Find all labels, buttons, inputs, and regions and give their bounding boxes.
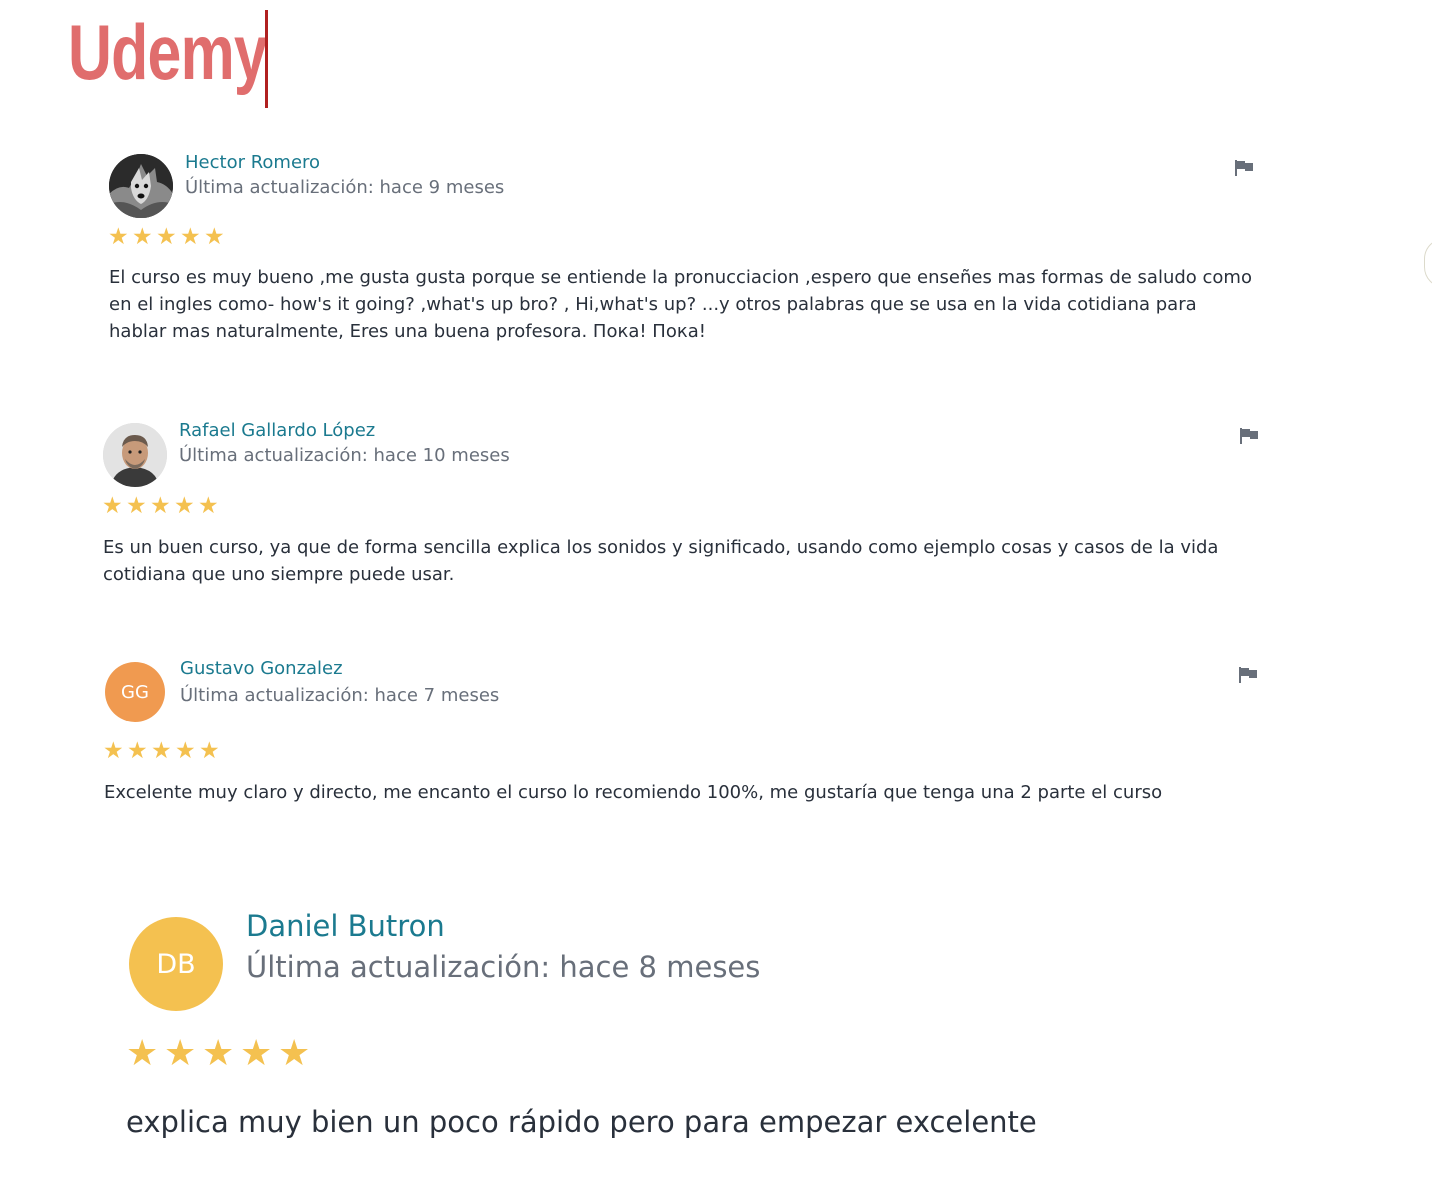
reviewer-name[interactable]: Gustavo Gonzalez [180, 658, 343, 679]
review-text: Es un buen curso, ya que de forma sencil… [103, 537, 1219, 585]
flag-icon[interactable] [1233, 158, 1255, 178]
star-icon: ★ [278, 1033, 311, 1074]
star-icon: ★ [199, 738, 220, 764]
avatar: DB [129, 917, 223, 1011]
rating-stars: ★ ★ ★ ★ ★ [103, 738, 223, 764]
udemy-logo: Udemy [68, 4, 322, 108]
person-photo-icon [103, 423, 167, 487]
star-icon: ★ [126, 493, 147, 519]
star-icon: ★ [156, 224, 177, 250]
review-text: Excelente muy claro y directo, me encant… [104, 782, 1163, 803]
star-icon: ★ [240, 1033, 273, 1074]
rating-stars: ★ ★ ★ ★ ★ [126, 1033, 316, 1074]
star-icon: ★ [126, 1033, 159, 1074]
star-icon: ★ [150, 493, 171, 519]
star-icon: ★ [103, 738, 124, 764]
wolf-photo-icon [109, 154, 173, 218]
star-icon: ★ [174, 493, 195, 519]
avatar [109, 154, 173, 218]
review-date: Última actualización: hace 10 meses [179, 445, 510, 466]
star-icon: ★ [202, 1033, 235, 1074]
reviewer-name[interactable]: Daniel Butron [246, 909, 445, 943]
side-scroll-button[interactable] [1424, 238, 1432, 288]
star-icon: ★ [175, 738, 196, 764]
review-text: explica muy bien un poco rápido pero par… [126, 1105, 1037, 1139]
avatar-initials: DB [156, 948, 196, 980]
avatar: GG [105, 662, 165, 722]
star-icon: ★ [127, 738, 148, 764]
review-text: El curso es muy bueno ,me gusta gusta po… [109, 267, 1252, 342]
star-icon: ★ [151, 738, 172, 764]
star-icon: ★ [132, 224, 153, 250]
star-icon: ★ [198, 493, 219, 519]
star-icon: ★ [204, 224, 225, 250]
avatar-initials: GG [121, 681, 149, 703]
flag-icon[interactable] [1238, 426, 1260, 446]
logo-text: Udemy [68, 8, 268, 96]
avatar [103, 423, 167, 487]
reviewer-name[interactable]: Hector Romero [185, 152, 320, 173]
star-icon: ★ [180, 224, 201, 250]
star-icon: ★ [102, 493, 123, 519]
star-icon: ★ [108, 224, 129, 250]
rating-stars: ★ ★ ★ ★ ★ [108, 224, 228, 250]
rating-stars: ★ ★ ★ ★ ★ [102, 493, 222, 519]
review-date: Última actualización: hace 9 meses [185, 177, 505, 198]
text-cursor [265, 10, 268, 108]
review-date: Última actualización: hace 8 meses [246, 950, 761, 984]
star-icon: ★ [164, 1033, 197, 1074]
reviewer-name[interactable]: Rafael Gallardo López [179, 420, 375, 441]
review-date: Última actualización: hace 7 meses [180, 685, 500, 706]
flag-icon[interactable] [1237, 665, 1259, 685]
